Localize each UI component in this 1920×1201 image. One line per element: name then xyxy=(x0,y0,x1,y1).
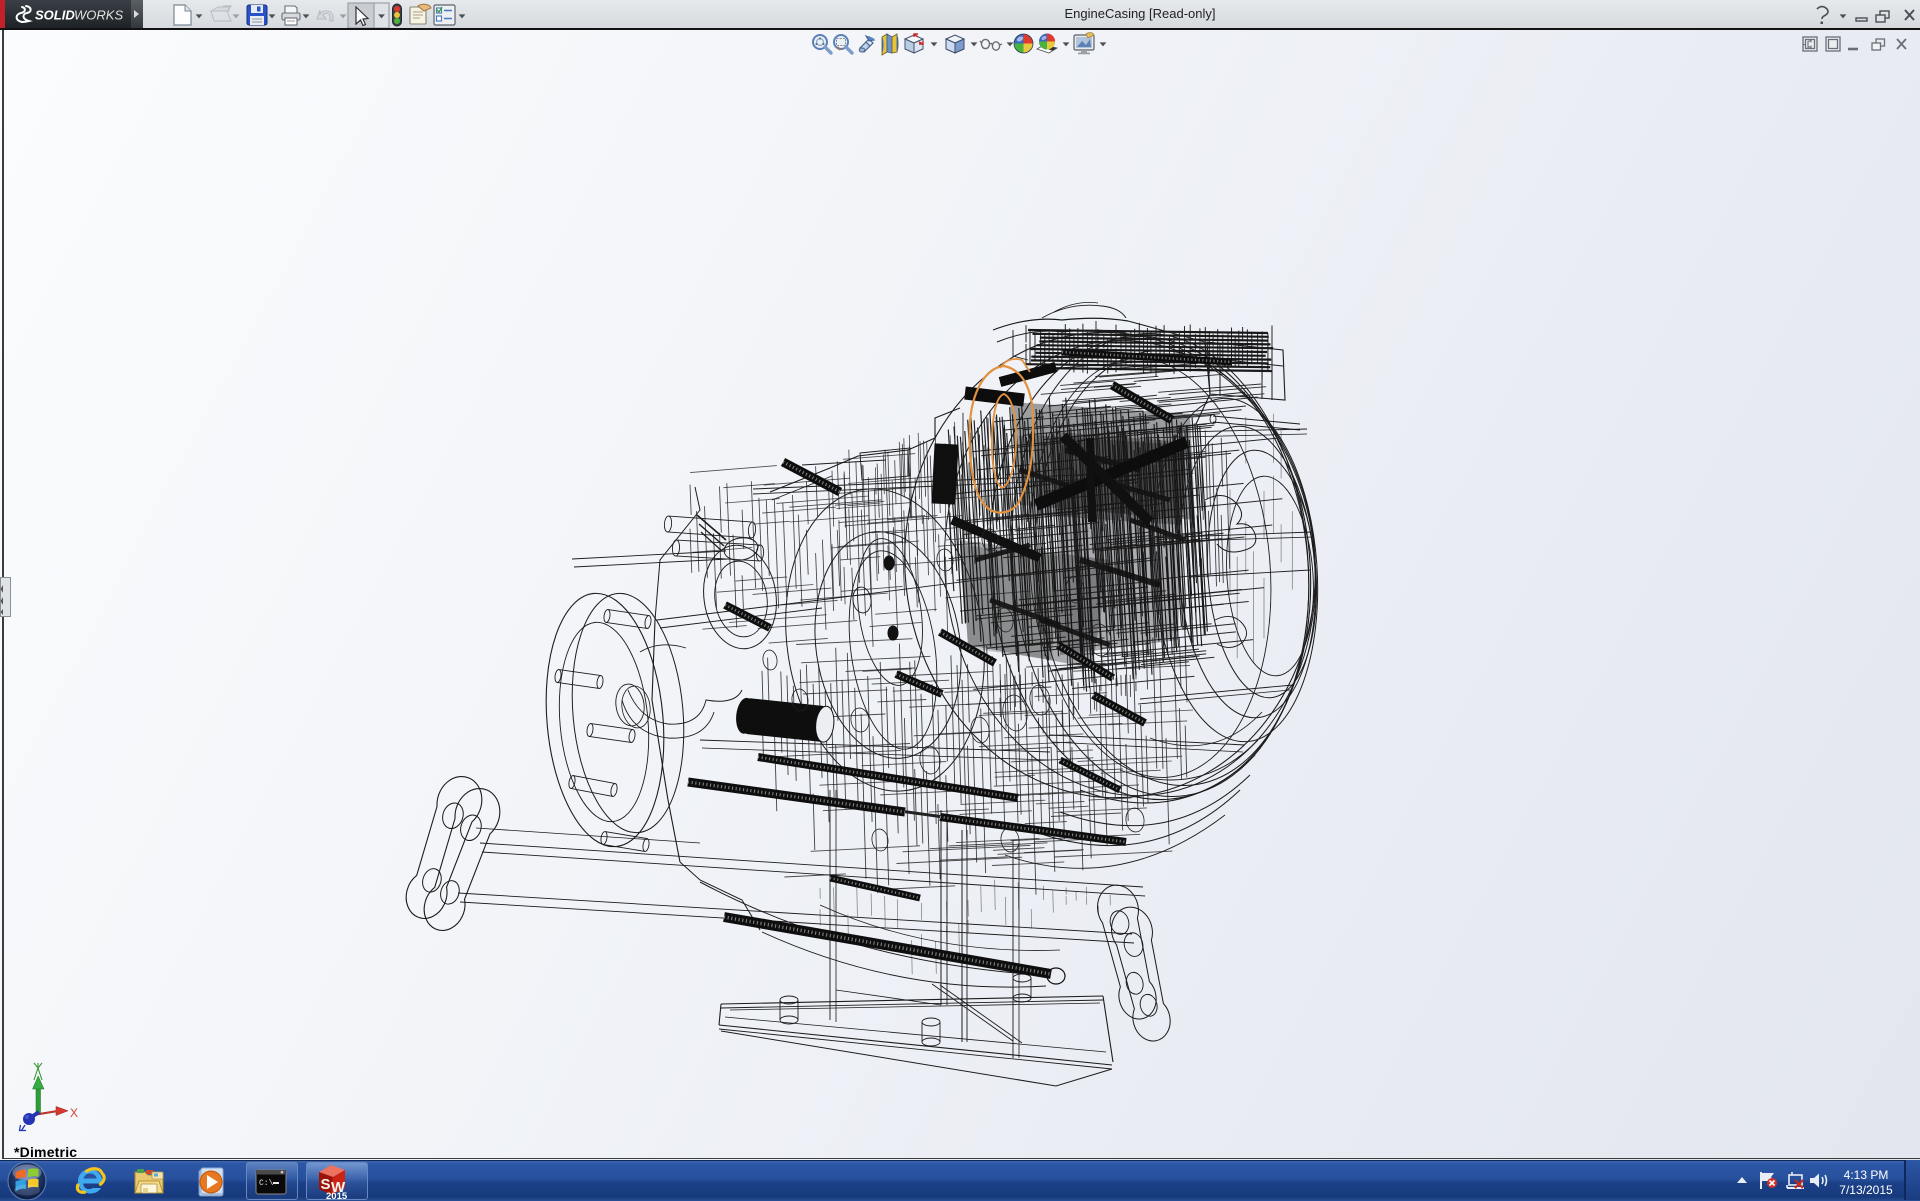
svg-text:4:13 PM: 4:13 PM xyxy=(1844,1168,1889,1182)
svg-text:7/13/2015: 7/13/2015 xyxy=(1839,1183,1893,1197)
svg-text:2015: 2015 xyxy=(326,1191,348,1200)
svg-text:C:\: C:\ xyxy=(259,1179,274,1188)
